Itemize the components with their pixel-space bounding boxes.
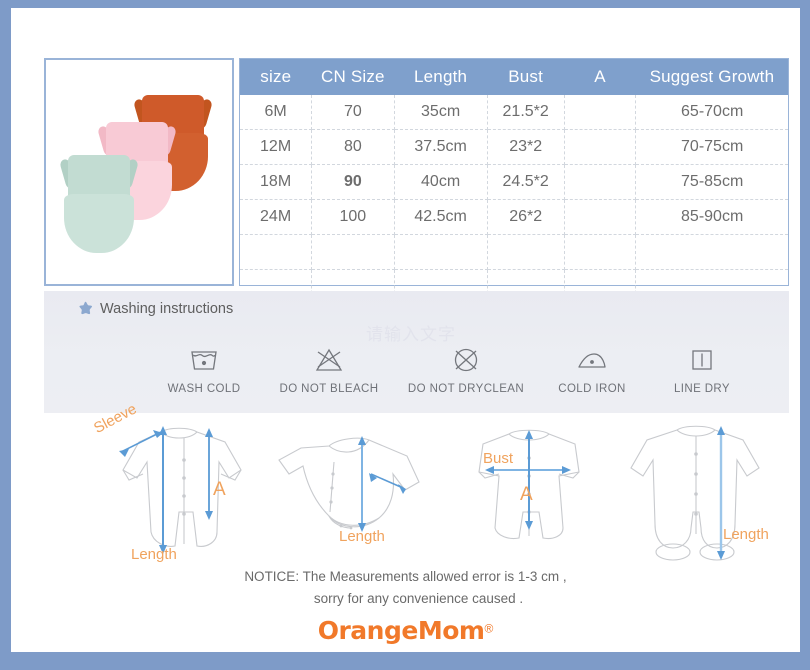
cell-length: 40cm [394, 164, 488, 200]
star-icon [76, 300, 95, 319]
cell-size: 6M [240, 95, 313, 130]
size-table: size CN Size Length Bust A Suggest Growt… [239, 58, 789, 304]
garment-long-sleeve-footless-romper: Sleeve A Length [89, 400, 269, 571]
table-row-empty [240, 234, 788, 270]
cell-bust: 21.5*2 [487, 95, 565, 130]
table-row: 12M 80 37.5cm 23*2 70-75cm [240, 129, 788, 165]
brand-name: OrangeMom [317, 616, 485, 645]
wash-item-label: DO NOT BLEACH [279, 383, 379, 395]
garment-long-sleeve-bodysuit: Length [267, 416, 447, 571]
col-header-suggest-growth: Suggest Growth [635, 59, 788, 95]
col-header-cn-size: CN Size [311, 59, 395, 95]
cell-growth: 75-85cm [635, 164, 788, 200]
cell-bust: 24.5*2 [487, 164, 565, 200]
wash-cold-icon [134, 343, 274, 377]
cell-a [564, 199, 637, 235]
size-chart-page: size CN Size Length Bust A Suggest Growt… [0, 0, 810, 670]
cell-a [564, 164, 637, 200]
romper-mint [59, 155, 139, 253]
cell-bust [487, 234, 565, 270]
cell-size: 18M [240, 164, 313, 200]
cell-a [564, 95, 637, 130]
wash-item-label: DO NOT DRYCLEAN [407, 383, 525, 395]
wash-item-label: LINE DRY [673, 383, 731, 395]
cell-length: 42.5cm [394, 199, 488, 235]
product-photo [44, 58, 234, 286]
cell-length: 37.5cm [394, 129, 488, 165]
label-a: A [520, 484, 533, 505]
cell-growth: 65-70cm [635, 95, 788, 130]
cell-growth: 70-75cm [635, 129, 788, 165]
cell-length [394, 234, 488, 270]
table-row: 24M 100 42.5cm 26*2 85-90cm [240, 199, 788, 235]
do-not-dryclean-icon [396, 343, 536, 377]
cell-size [240, 234, 313, 270]
do-not-bleach-icon [259, 343, 399, 377]
wash-item-wash-cold: WASH COLD [134, 343, 274, 395]
label-length: Length [339, 528, 385, 545]
cell-cn: 100 [311, 199, 395, 235]
col-header-a: A [564, 59, 636, 95]
notice: NOTICE: The Measurements allowed error i… [11, 566, 800, 610]
chart-content-area: size CN Size Length Bust A Suggest Growt… [11, 8, 800, 652]
cell-cn: 90 [311, 164, 395, 200]
col-header-length: Length [394, 59, 488, 95]
garment-long-sleeve-footed-romper: Length [609, 416, 789, 571]
cell-cn: 70 [311, 95, 395, 130]
table-header-row: size CN Size Length Bust A Suggest Growt… [240, 59, 788, 95]
cell-cn [311, 234, 395, 270]
cell-size: 12M [240, 129, 313, 165]
cell-size: 24M [240, 199, 313, 235]
cell-bust: 23*2 [487, 129, 565, 165]
watermark-text: 请输入文字 [366, 325, 456, 345]
line-dry-icon [632, 343, 772, 377]
cell-bust: 26*2 [487, 199, 565, 235]
garment-short-sleeve-romper: Bust A [439, 416, 619, 571]
cell-a [564, 234, 637, 270]
washing-instructions-title: Washing instructions [100, 301, 234, 317]
cell-growth: 85-90cm [635, 199, 788, 235]
wash-item-label: WASH COLD [167, 383, 241, 395]
table-row: 6M 70 35cm 21.5*2 65-70cm [240, 95, 788, 130]
notice-line-1: NOTICE: The Measurements allowed error i… [244, 569, 567, 584]
brand-logo: OrangeMom® [11, 616, 800, 645]
cell-growth [635, 234, 788, 270]
col-header-size: size [240, 59, 312, 95]
col-header-bust: Bust [487, 59, 565, 95]
cell-a [564, 129, 637, 165]
wash-item-do-not-dryclean: DO NOT DRYCLEAN [396, 343, 536, 395]
cell-cn: 80 [311, 129, 395, 165]
table-row: 18M 90 40cm 24.5*2 75-85cm [240, 164, 788, 200]
notice-line-2: sorry for any convenience caused . [313, 591, 524, 606]
wash-item-do-not-bleach: DO NOT BLEACH [259, 343, 399, 395]
washing-instructions-panel: Washing instructions WASH COLD DO NOT BL… [44, 291, 789, 413]
registered-mark: ® [484, 621, 494, 636]
label-length: Length [131, 546, 177, 563]
cell-length: 35cm [394, 95, 488, 130]
label-a: A [213, 479, 226, 500]
label-length: Length [723, 526, 769, 543]
label-bust: Bust [483, 450, 514, 467]
wash-item-line-dry: LINE DRY [632, 343, 772, 395]
